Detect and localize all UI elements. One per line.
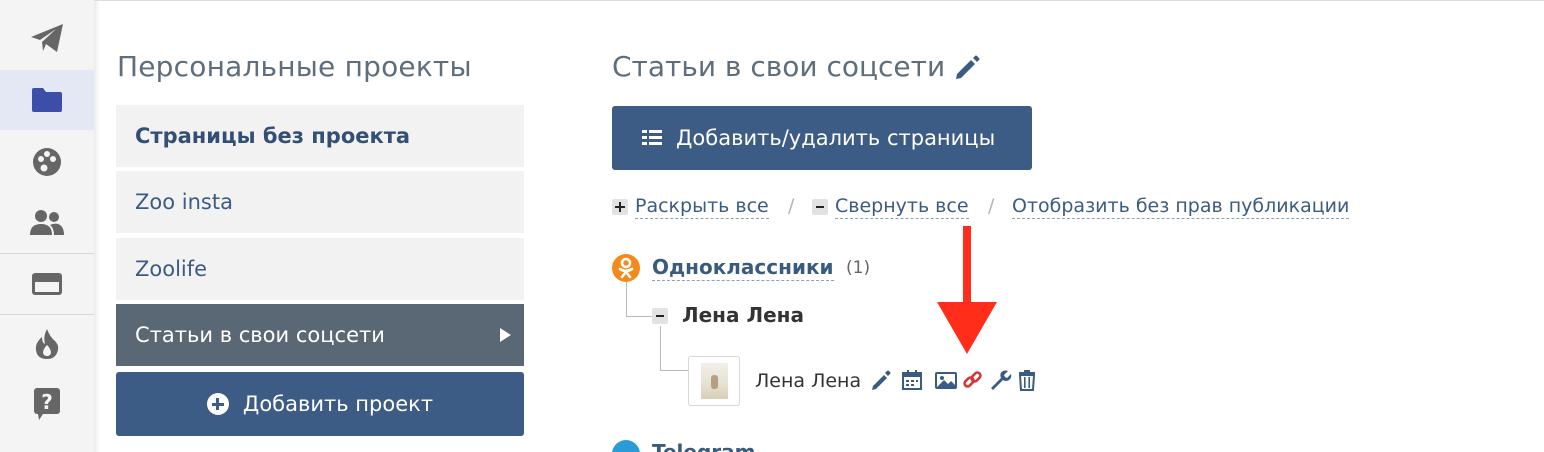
project-item-label: Страницы без проекта (135, 124, 411, 148)
project-item-label: Zoo insta (135, 190, 233, 214)
project-item-zoo-insta[interactable]: Zoo insta (116, 171, 524, 233)
add-project-button[interactable]: Добавить проект (116, 372, 524, 436)
page-name: Лена Лена (755, 370, 862, 392)
add-remove-pages-button[interactable]: Добавить/удалить страницы (612, 106, 1032, 170)
next-network-name[interactable]: Telegram (652, 440, 756, 452)
calendar-icon[interactable] (901, 368, 923, 392)
rail-item-trending[interactable] (0, 316, 94, 372)
rail-item-billing[interactable] (0, 256, 94, 312)
plus-square-icon (612, 199, 628, 215)
tree-line (660, 326, 661, 370)
question-icon: ? (34, 388, 60, 420)
rail-item-help[interactable]: ? (0, 376, 94, 432)
top-border (94, 0, 1544, 1)
add-project-label: Добавить проект (242, 392, 434, 416)
tree-line (626, 282, 627, 316)
fire-icon (35, 329, 59, 359)
telegram-icon (612, 440, 640, 452)
tree-line (626, 316, 652, 317)
project-item-no-project[interactable]: Страницы без проекта (116, 105, 524, 167)
chevron-right-icon (500, 328, 511, 342)
annotation-arrow-icon (937, 226, 997, 354)
palette-icon (33, 148, 61, 176)
minus-square-icon (812, 199, 828, 215)
rail-shadow (94, 0, 100, 452)
folder-icon (32, 88, 62, 112)
collapse-all-label: Свернуть все (835, 195, 969, 219)
rail-item-team[interactable] (0, 194, 94, 250)
tree-line (660, 370, 688, 371)
add-remove-pages-label: Добавить/удалить страницы (676, 126, 996, 150)
users-icon (30, 210, 64, 235)
odnoklassniki-icon (612, 254, 640, 282)
project-item-articles[interactable]: Статьи в свои соцсети (116, 304, 524, 366)
projects-title: Персональные проекты (117, 50, 472, 83)
show-without-rights-link[interactable]: Отобразить без прав публикации (1012, 195, 1350, 219)
plus-circle-icon (206, 393, 229, 415)
show-without-rights-label: Отобразить без прав публикации (1012, 195, 1350, 219)
page-group-name: Лена Лена (682, 303, 804, 327)
project-item-label: Zoolife (135, 257, 208, 281)
svg-text:?: ? (41, 390, 53, 414)
rail-item-publish[interactable] (0, 10, 94, 66)
trash-icon[interactable] (1016, 368, 1038, 392)
separator: / (988, 195, 995, 217)
link-icon[interactable] (962, 368, 984, 392)
expand-all-link[interactable]: Раскрыть все (612, 195, 769, 219)
collapse-all-link[interactable]: Свернуть все (812, 195, 969, 219)
list-icon (642, 130, 662, 146)
project-item-zoolife[interactable]: Zoolife (116, 238, 524, 300)
separator: / (788, 195, 795, 217)
paper-plane-icon (31, 24, 63, 52)
wrench-icon[interactable] (988, 368, 1012, 392)
network-name-link[interactable]: Одноклассники (652, 255, 834, 281)
image-icon[interactable] (934, 368, 958, 392)
pencil-icon[interactable] (870, 368, 892, 392)
rail-item-projects[interactable] (0, 70, 94, 130)
collapse-group-toggle[interactable] (652, 308, 668, 324)
icon-rail: ? (0, 0, 94, 452)
page-title: Статьи в свои соцсети (612, 50, 946, 83)
edit-title-pencil-icon[interactable] (953, 54, 981, 82)
network-count: (1) (846, 258, 871, 278)
project-item-label: Статьи в свои соцсети (135, 323, 385, 347)
credit-card-icon (32, 273, 62, 295)
expand-all-label: Раскрыть все (635, 195, 769, 219)
rail-item-design[interactable] (0, 134, 94, 190)
page-avatar (688, 356, 740, 406)
